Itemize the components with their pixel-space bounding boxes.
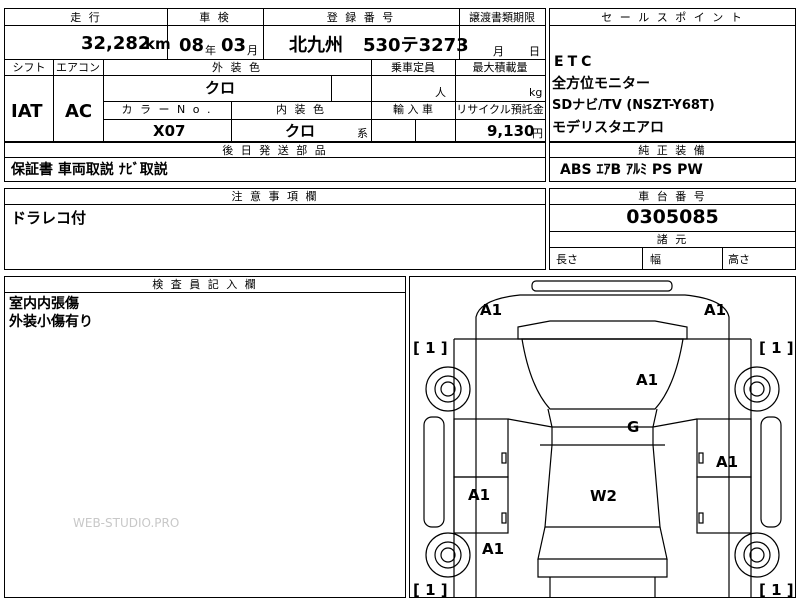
tire-mark: [ 1 ]	[413, 339, 448, 357]
parts-panel: 後 日 発 送 部 品 保証書 車両取説 ﾅﾋﾞ取説	[4, 142, 546, 182]
load-unit: kg	[529, 86, 543, 99]
width-label: 幅	[650, 253, 661, 266]
shaken-month-unit: 月	[247, 44, 258, 57]
transfer-month-unit: 月	[493, 45, 504, 58]
inspector-line: 室内内張傷	[9, 296, 79, 312]
sales-point-item: 全方位モニター	[552, 76, 650, 92]
registration-region: 北九州	[289, 35, 343, 56]
capacity-unit: 人	[435, 86, 446, 99]
inspector-label: 検 査 員 記 入 欄	[152, 278, 258, 291]
equipment-panel: 純 正 装 備 ABS ｴｱB ｱﾙﾐ PS PW	[549, 142, 796, 182]
damage-mark: G	[627, 418, 640, 436]
registration-number: 530テ3273	[363, 35, 469, 56]
notes-value: ドラレコ付	[11, 209, 87, 227]
recycle-unit: 円	[532, 127, 543, 140]
mileage-label: 走 行	[70, 11, 102, 24]
length-label: 長さ	[556, 253, 578, 266]
damage-mark: A1	[482, 540, 505, 558]
shaken-year: 08	[179, 35, 205, 56]
sales-point-item: SDナビ/TV (NSZT-Y68T)	[552, 98, 715, 113]
vehicle-info-table: 走 行 車 検 登 録 番 号 譲渡書類期限 32,282 km 08 年 03…	[4, 8, 546, 143]
damage-map: A1 A1 A1 G A1 A1 W2 A1 [ 1 ] [ 1 ] [ 1 ]…	[409, 276, 796, 598]
transfer-deadline-label: 譲渡書類期限	[469, 11, 535, 24]
sales-points-panel: セ ー ル ス ポ イ ン ト ETC 全方位モニター SDナビ/TV (NSZ…	[549, 8, 796, 142]
mileage-value: 32,282	[81, 33, 151, 54]
chassis-panel: 車 台 番 号 0305085 諸 元 長さ 幅 高さ	[549, 188, 796, 270]
damage-mark: A1	[636, 371, 659, 389]
shaken-year-unit: 年	[205, 44, 216, 57]
shift-value: IAT	[11, 101, 43, 122]
damage-mark: A1	[480, 301, 503, 319]
color-no-label: カ ラ ー N o .	[121, 103, 213, 116]
inspector-line: 外装小傷有り	[9, 314, 93, 330]
damage-mark: W2	[590, 487, 617, 505]
recycle-value: 9,130	[487, 122, 535, 140]
notes-label: 注 意 事 項 欄	[231, 190, 319, 203]
exterior-color-label: 外 装 色	[212, 61, 262, 74]
shift-label: シフト	[12, 61, 46, 74]
max-load-label: 最大積載量	[472, 61, 528, 74]
color-no-value: X07	[153, 122, 186, 140]
chassis-value: 0305085	[626, 206, 719, 228]
parts-value: 保証書 車両取説 ﾅﾋﾞ取説	[11, 162, 168, 178]
car-outline-diagram	[423, 280, 782, 597]
inspector-panel: 検 査 員 記 入 欄 室内内張傷 外装小傷有り WEB-STUDIO.PRO	[4, 276, 406, 598]
equipment-value: ABS ｴｱB ｱﾙﾐ PS PW	[560, 162, 703, 178]
recycle-label: リサイクル預託金	[456, 103, 544, 116]
tire-mark: [ 1 ]	[759, 581, 794, 599]
damage-mark: A1	[704, 301, 727, 319]
notes-panel: 注 意 事 項 欄 ドラレコ付	[4, 188, 546, 270]
chassis-label: 車 台 番 号	[638, 190, 707, 203]
interior-suffix: 系	[357, 127, 368, 140]
damage-mark: A1	[468, 486, 491, 504]
import-label: 輸 入 車	[393, 103, 433, 116]
dimensions-label: 諸 元	[656, 233, 689, 246]
sales-point-item: ETC	[554, 54, 596, 70]
shaken-month: 03	[221, 35, 247, 56]
aircon-label: エアコン	[56, 61, 100, 74]
interior-color-label: 内 装 色	[276, 103, 326, 116]
tire-mark: [ 1 ]	[759, 339, 794, 357]
damage-mark: A1	[716, 453, 739, 471]
equipment-label: 純 正 装 備	[638, 144, 707, 157]
sales-points-label: セ ー ル ス ポ イ ン ト	[601, 11, 744, 24]
exterior-color-value: クロ	[205, 79, 236, 97]
tire-mark: [ 1 ]	[413, 581, 448, 599]
registration-label: 登 録 番 号	[326, 11, 396, 24]
parts-label: 後 日 発 送 部 品	[222, 144, 328, 157]
capacity-label: 乗車定員	[391, 61, 435, 74]
aircon-value: AC	[65, 101, 93, 122]
sales-point-item: モデリスタエアロ	[552, 120, 664, 136]
interior-color-value: クロ	[285, 122, 316, 140]
watermark: WEB-STUDIO.PRO	[73, 516, 180, 530]
transfer-day-unit: 日	[529, 45, 540, 58]
height-label: 高さ	[728, 253, 750, 266]
shaken-label: 車 検	[199, 11, 231, 24]
